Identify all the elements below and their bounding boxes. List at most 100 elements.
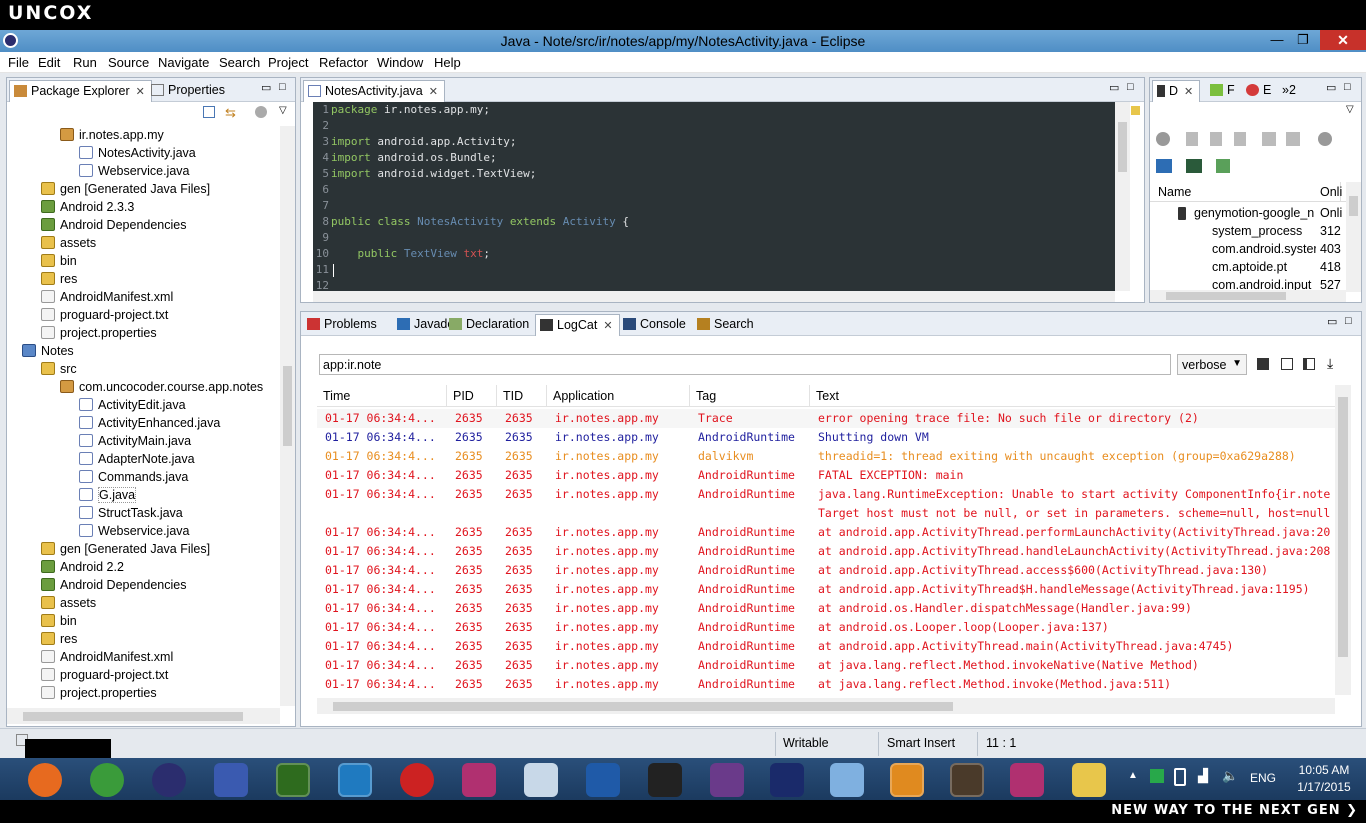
word-icon[interactable] [586, 763, 620, 797]
minimize-view-icon[interactable]: ▭ [1109, 81, 1119, 94]
tree-item[interactable]: AdapterNote.java [79, 450, 195, 468]
tree-item[interactable]: AndroidManifest.xml [41, 648, 173, 666]
threads-icon[interactable] [1262, 132, 1276, 146]
tray-up-arrow-icon[interactable]: ▲ [1128, 770, 1138, 781]
device-row[interactable]: genymotion-google_n Onli [1150, 204, 1346, 222]
collapse-all-icon[interactable] [203, 106, 215, 118]
photoshop-icon[interactable] [770, 763, 804, 797]
scrollbar-thumb[interactable] [1118, 122, 1127, 172]
tree-item[interactable]: Android Dependencies [41, 216, 186, 234]
tree-item[interactable]: bin [41, 252, 77, 270]
tree-item[interactable]: Webservice.java [79, 522, 189, 540]
tree-item[interactable]: project.properties [41, 324, 157, 342]
tab-logcat[interactable]: LogCat ✕ [535, 314, 620, 336]
tab-package-explorer[interactable]: Package Explorer ✕ [9, 80, 152, 102]
menu-window[interactable]: Window [377, 55, 423, 70]
tree-hscrollbar[interactable] [7, 708, 280, 724]
alloc-icon[interactable] [1286, 132, 1300, 146]
minimize-button[interactable]: — [1264, 30, 1290, 50]
tree-item[interactable]: Commands.java [79, 468, 188, 486]
debug-icon[interactable] [1156, 132, 1170, 146]
tree-scrollbar[interactable] [280, 126, 295, 706]
menu-file[interactable]: File [8, 55, 29, 70]
column-text[interactable]: Text [810, 385, 1337, 407]
menu-edit[interactable]: Edit [38, 55, 60, 70]
tree-item[interactable]: res [41, 630, 77, 648]
clock-time[interactable]: 10:05 AM [1292, 763, 1356, 777]
log-row[interactable]: 01-17 06:34:4... 2635 2635 ir.notes.app.my A… [317, 618, 1335, 637]
tray-app-icon[interactable] [1150, 769, 1164, 783]
column-pid[interactable]: PID [447, 385, 497, 407]
tree-item[interactable]: com.uncocoder.course.app.notes [60, 378, 263, 396]
tree-item[interactable]: proguard-project.txt [41, 306, 168, 324]
menu-run[interactable]: Run [73, 55, 97, 70]
column-tag[interactable]: Tag [690, 385, 810, 407]
tab-file-explorer[interactable]: F [1206, 80, 1241, 102]
log-row[interactable]: 01-17 06:34:4... 2635 2635 ir.notes.app.my T… [317, 409, 1335, 428]
close-button[interactable]: ✕ [1320, 30, 1366, 50]
battery-icon[interactable] [1174, 768, 1186, 786]
tree-item[interactable]: Webservice.java [79, 162, 189, 180]
tree-item[interactable]: res [41, 270, 77, 288]
dump-hprof-icon[interactable] [1210, 132, 1222, 146]
view-menu-icon[interactable] [255, 106, 267, 118]
close-icon[interactable]: ✕ [136, 86, 145, 98]
media-icon[interactable] [890, 763, 924, 797]
menu-search[interactable]: Search [219, 55, 260, 70]
log-row[interactable]: 01-17 06:34:4... 2635 2635 ir.notes.app.my A… [317, 599, 1335, 618]
flickr-icon[interactable] [462, 763, 496, 797]
save-icon[interactable] [1257, 358, 1269, 370]
log-row[interactable]: 01-17 06:34:4... 2635 2635 ir.notes.app.my A… [317, 485, 1335, 504]
explorer-icon[interactable] [1072, 763, 1106, 797]
systrace-icon[interactable] [1186, 159, 1202, 173]
close-icon[interactable]: ✕ [603, 320, 612, 332]
tree-item[interactable]: ActivityEnhanced.java [79, 414, 220, 432]
log-row[interactable]: Target host must not be null, or set in … [317, 504, 1335, 523]
tab-problems[interactable]: Problems [303, 314, 383, 336]
editor-hscrollbar[interactable] [313, 291, 1115, 302]
toggle-panel-icon[interactable] [1303, 358, 1315, 370]
menu-project[interactable]: Project [268, 55, 308, 70]
tree-item[interactable]: assets [41, 234, 96, 252]
tree-item[interactable]: StructTask.java [79, 504, 183, 522]
screenshot-icon[interactable] [1156, 159, 1172, 173]
maximize-view-icon[interactable]: □ [1127, 81, 1134, 93]
logcat-filter-input[interactable] [319, 354, 1171, 375]
column-time[interactable]: Time [317, 385, 447, 407]
minimize-view-icon[interactable]: ▭ [1327, 315, 1337, 328]
logcat-hscrollbar[interactable] [317, 698, 1335, 714]
close-icon[interactable]: ✕ [1184, 86, 1193, 98]
flickr2-icon[interactable] [1010, 763, 1044, 797]
maximize-view-icon[interactable]: □ [1344, 81, 1351, 93]
picasa-icon[interactable] [524, 763, 558, 797]
eclipse-icon[interactable] [152, 763, 186, 797]
language-indicator[interactable]: ENG [1250, 771, 1276, 785]
log-row[interactable]: 01-17 06:34:4... 2635 2635 ir.notes.app.my d… [317, 447, 1335, 466]
link-editor-icon[interactable]: ⇆ [225, 105, 236, 121]
tree-item[interactable]: Android 2.3.3 [41, 198, 134, 216]
spider-icon[interactable] [710, 763, 744, 797]
logcat-scrollbar[interactable] [1335, 385, 1351, 695]
gc-icon[interactable] [1234, 132, 1246, 146]
tree-item[interactable]: ActivityEdit.java [79, 396, 186, 414]
menu-help[interactable]: Help [434, 55, 461, 70]
tab-emulator-control[interactable]: E [1242, 80, 1277, 102]
log-row[interactable]: 01-17 06:34:4... 2635 2635 ir.notes.app.my A… [317, 580, 1335, 599]
maximize-view-icon[interactable]: □ [1345, 315, 1352, 327]
vs-icon[interactable] [214, 763, 248, 797]
column-application[interactable]: Application [547, 385, 690, 407]
tree-item[interactable]: ActivityMain.java [79, 432, 191, 450]
editor-scrollbar[interactable] [1115, 102, 1130, 291]
method-profiling-icon[interactable] [1216, 159, 1230, 173]
log-row[interactable]: 01-17 06:34:4... 2635 2635 ir.notes.app.my A… [317, 561, 1335, 580]
chevron-down-icon[interactable]: ▽ [1346, 104, 1354, 115]
scrollbar-thumb[interactable] [333, 702, 953, 711]
tree-item[interactable]: Android Dependencies [41, 576, 186, 594]
log-row[interactable]: 01-17 06:34:4... 2635 2635 ir.notes.app.my A… [317, 542, 1335, 561]
chrome-icon[interactable] [90, 763, 124, 797]
maximize-view-icon[interactable]: □ [279, 81, 286, 93]
device-row[interactable]: system_process 312 [1150, 222, 1346, 240]
tab-more-views[interactable]: »2 [1278, 80, 1302, 102]
tab-console[interactable]: Console [619, 314, 692, 336]
tree-item[interactable]: Notes [22, 342, 74, 360]
